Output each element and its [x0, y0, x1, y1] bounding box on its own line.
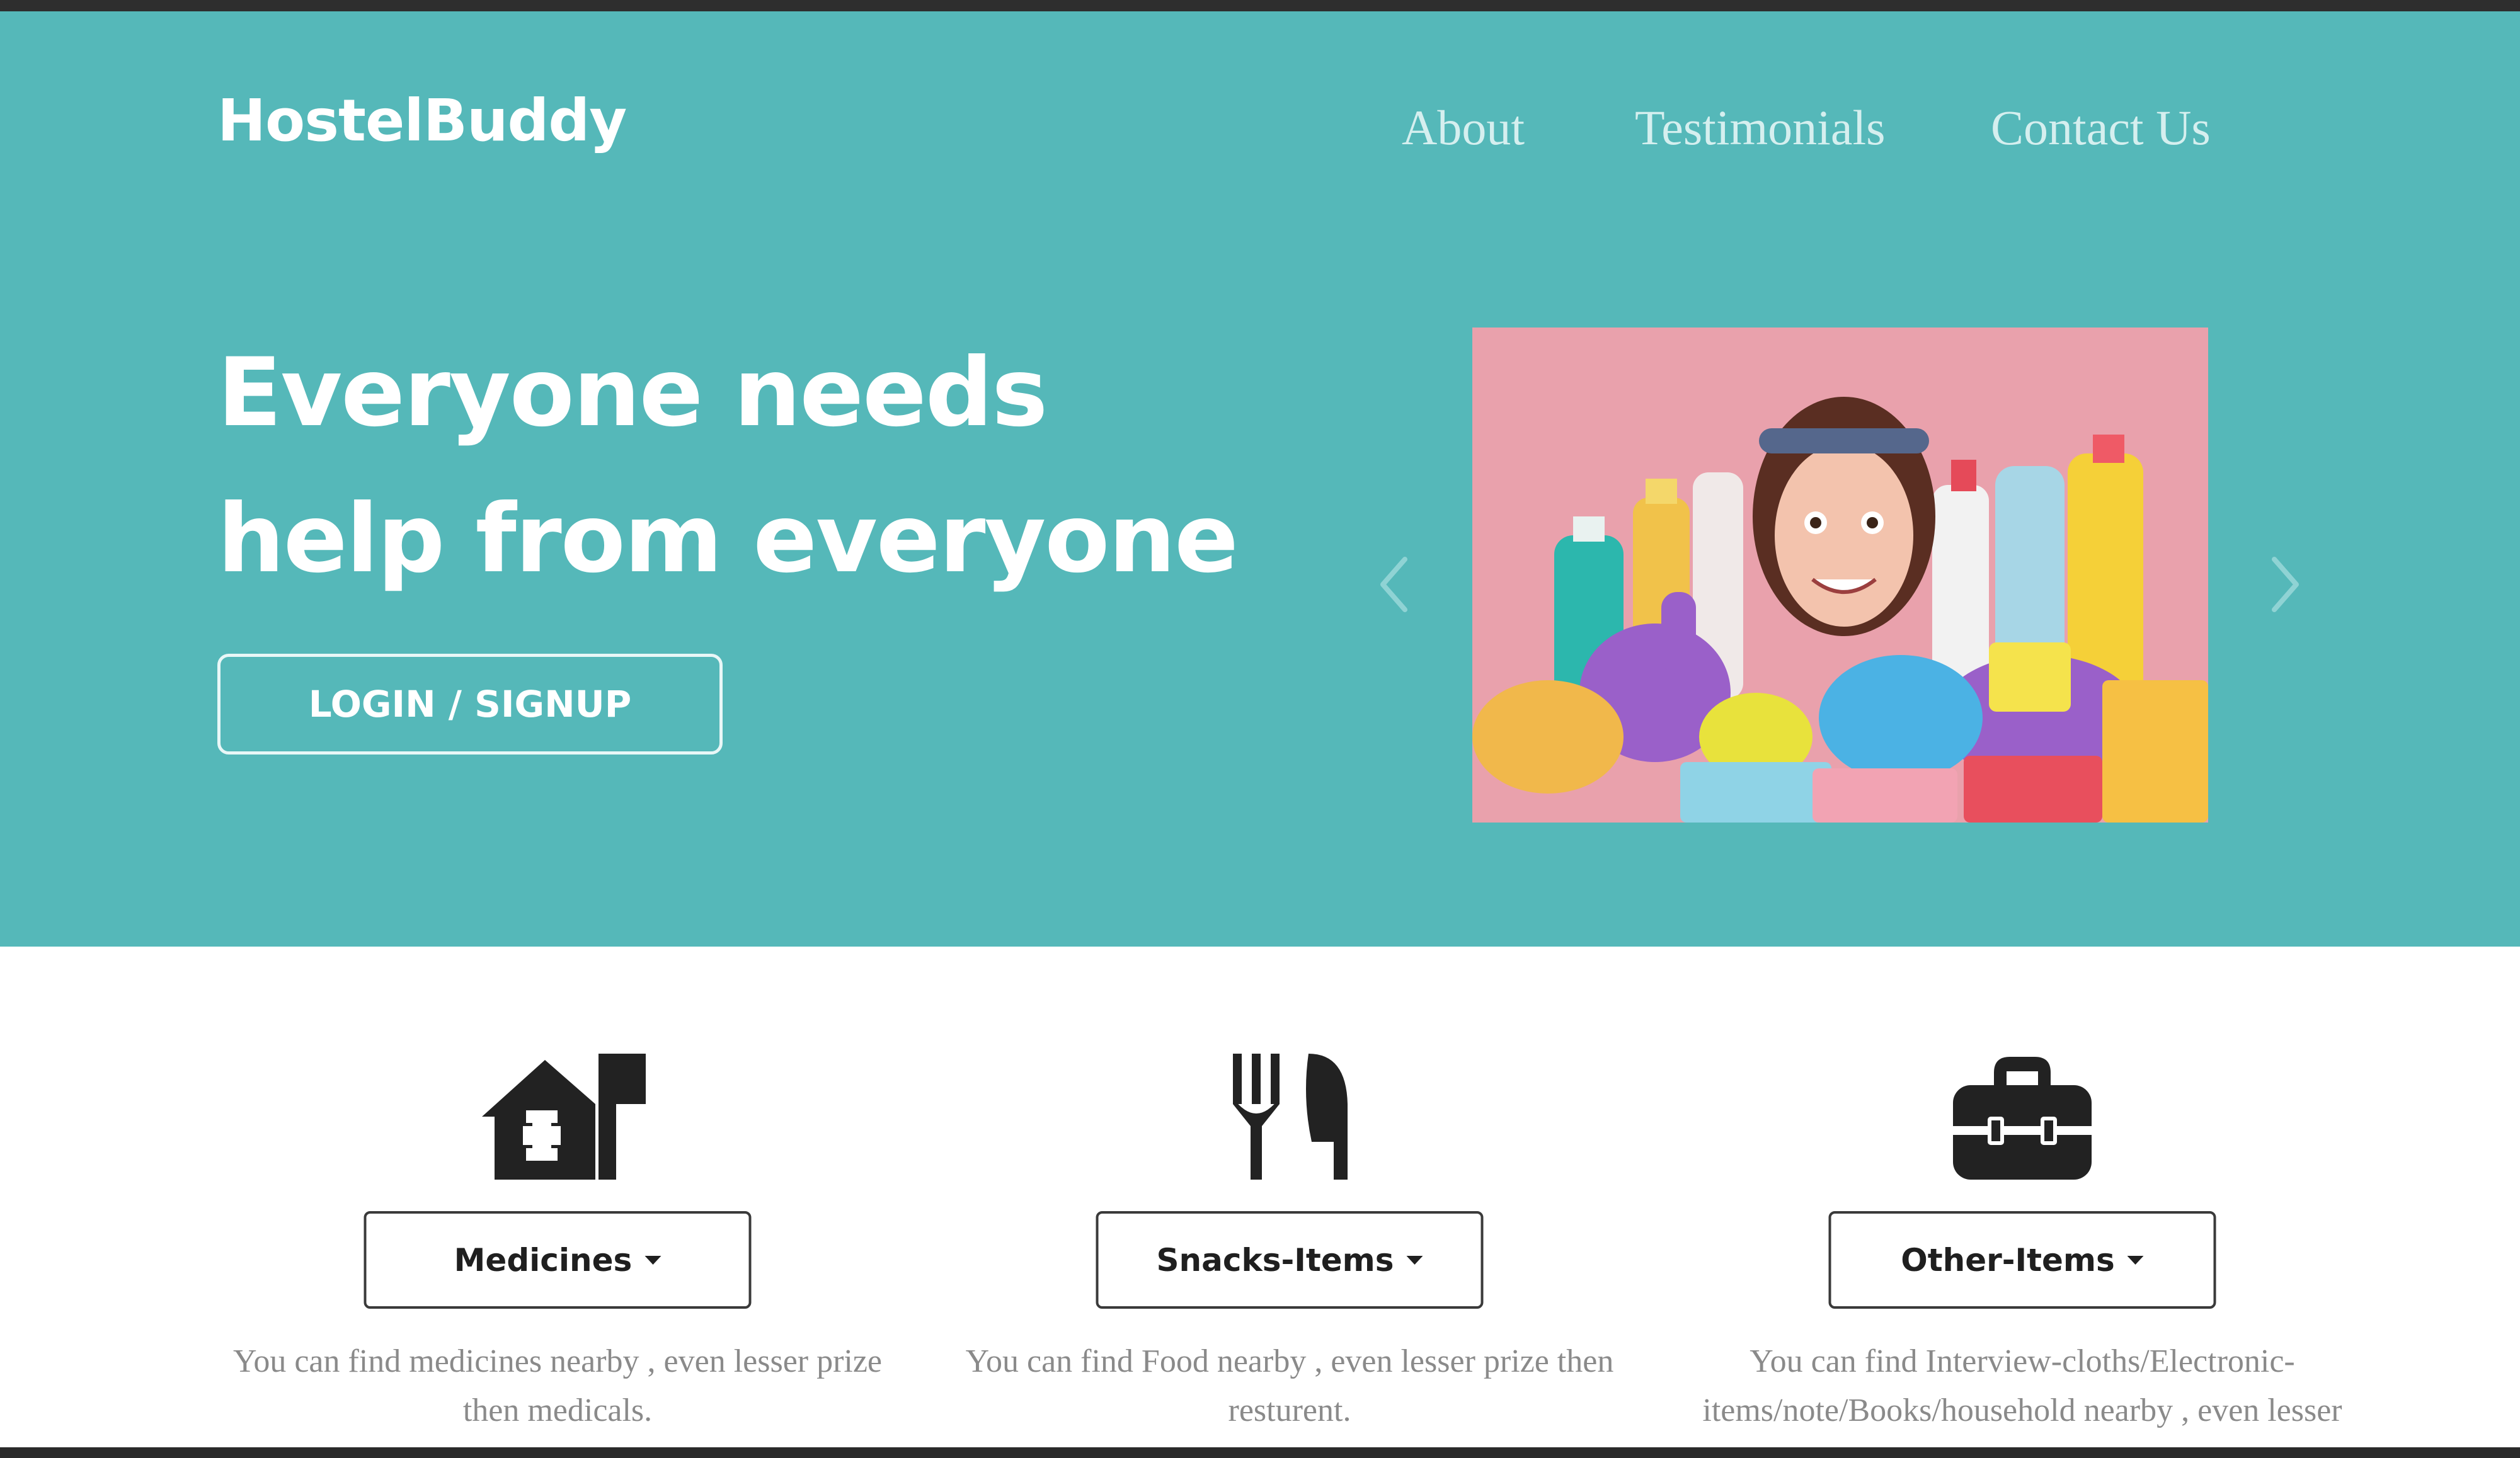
feature-snacks: Snacks-Items You can find Food nearby , … — [943, 947, 1636, 1447]
snacks-dropdown[interactable]: Snacks-Items — [1096, 1211, 1484, 1309]
login-signup-button[interactable]: LOGIN / SIGNUP — [217, 654, 723, 755]
nav-about-link[interactable]: About — [1402, 100, 1525, 156]
chevron-right-icon[interactable] — [2255, 547, 2312, 622]
snacks-description: You can find Food nearby , even lesser p… — [965, 1343, 1614, 1428]
chevron-left-icon[interactable] — [1367, 547, 1424, 622]
caret-down-icon — [644, 1255, 662, 1265]
other-items-dropdown[interactable]: Other-Items — [1828, 1211, 2216, 1309]
other-items-description: You can find Interview-cloths/Electronic… — [1702, 1343, 2342, 1428]
hero-headline: Everyone needs help from everyone — [217, 320, 1288, 612]
toolbox-icon — [1934, 1047, 2110, 1186]
caret-down-icon — [2127, 1255, 2144, 1265]
caret-down-icon — [1406, 1255, 1423, 1265]
nav-contact-link[interactable]: Contact Us — [1991, 100, 2211, 156]
fork-knife-icon — [1201, 1047, 1378, 1186]
browser-top-edge — [0, 0, 2520, 11]
hero-section: HostelBuddy About Testimonials Contact U… — [0, 11, 2520, 947]
features-section: Medicines You can find medicines nearby … — [0, 947, 2520, 1447]
headline-line-2: help from everyone — [217, 484, 1239, 594]
medicines-description: You can find medicines nearby , even les… — [232, 1343, 883, 1428]
brand-logo[interactable]: HostelBuddy — [217, 87, 627, 154]
medicines-dropdown[interactable]: Medicines — [364, 1211, 752, 1309]
home-medical-icon — [469, 1047, 651, 1186]
medicines-dropdown-label: Medicines — [454, 1241, 633, 1279]
other-items-dropdown-label: Other-Items — [1901, 1241, 2115, 1279]
browser-bottom-edge — [0, 1447, 2520, 1458]
snacks-dropdown-label: Snacks-Items — [1156, 1241, 1394, 1279]
feature-medicines: Medicines You can find medicines nearby … — [211, 947, 904, 1447]
headline-line-1: Everyone needs — [217, 338, 1048, 448]
nav-testimonials-link[interactable]: Testimonials — [1635, 100, 1886, 156]
feature-other-items: Other-Items You can find Interview-cloth… — [1676, 947, 2369, 1447]
carousel-slide-image — [1472, 327, 2208, 823]
